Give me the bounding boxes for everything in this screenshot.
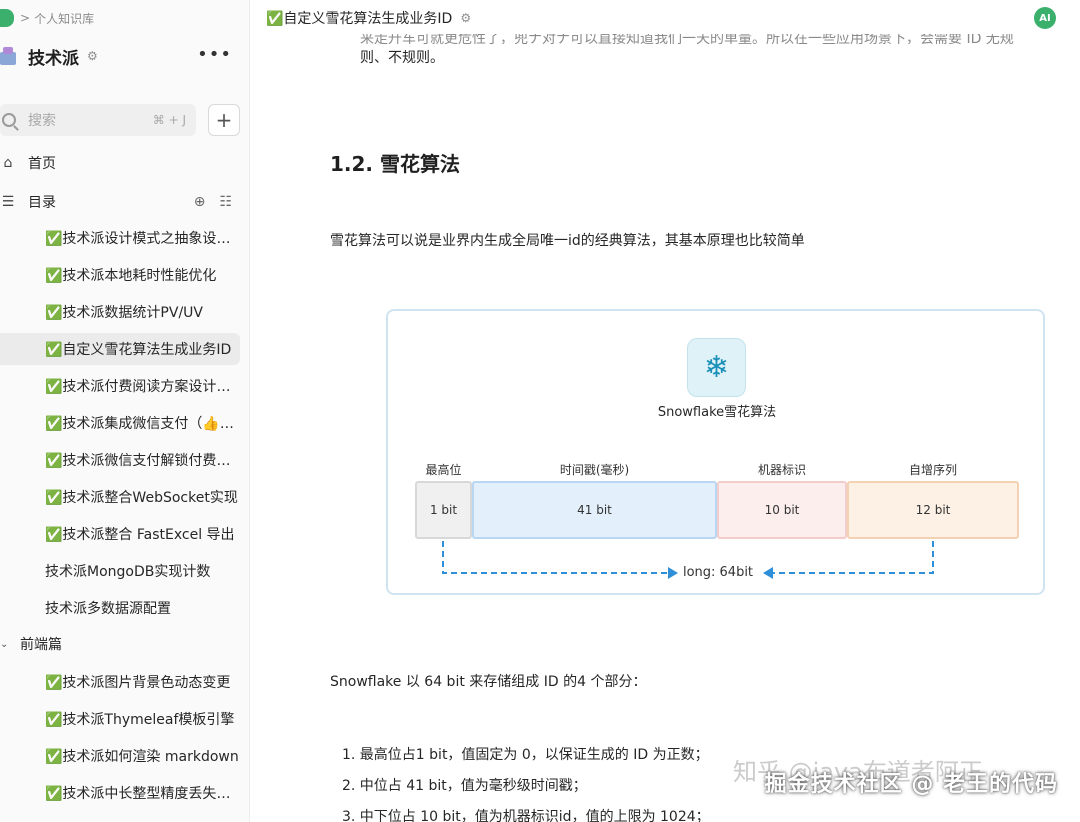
paragraph-line: 则、不规则。 [360,50,444,66]
tree-item-label: 技术派MongoDB实现计数 [45,564,211,580]
list-item: 1. 最高位占1 bit，值固定为 0，以保证生成的 ID 为正数； [342,747,709,763]
sidebar: > 个人知识库 技术派 ⚙ ••• 搜索 ⌘ + J + ⌂ 首页 ☰ 目录 ⊕… [0,0,250,822]
paragraph-continued: 来走升车可就更危性了，兜ナ对ナ可以直接知道我们一天的单量。所以在一些应用场景下，… [360,34,1070,72]
app-logo-icon [0,9,14,27]
snowflake-diagram: ❄ Snowflake雪花算法 最高位 时间戳(毫秒) 机器标识 自增序列 1 … [386,309,1045,595]
search-input[interactable]: 搜索 ⌘ + J [0,104,196,136]
document-title[interactable]: ✅自定义雪花算法生成业务ID [266,8,452,28]
tree-item[interactable]: 技术派MongoDB实现计数 [0,555,240,587]
list-item: 3. 中下位占 10 bit，值为机器标识id，值的上限为 1024； [342,809,710,822]
nav-item-home[interactable]: ⌂ 首页 [0,148,250,178]
paragraph-cut-line: 来走升车可就更危性了，兜ナ对ナ可以直接知道我们一天的单量。所以在一些应用场景下，… [360,34,1014,44]
knowledge-base-header: 技术派 ⚙ ••• [0,42,250,70]
search-shortcut: ⌘ + J [152,113,186,127]
tree-item[interactable]: ✅技术派数据统计PV/UV [0,296,240,328]
search-icon [2,113,16,127]
tree-item-label: ✅自定义雪花算法生成业务ID [45,342,232,358]
nav-item-toc[interactable]: ☰ 目录 ⊕ ☷ [0,187,250,217]
tree-item[interactable]: ✅技术派图片背景色动态变更 [0,666,240,698]
tree-item-label: ✅技术派设计模式之抽象设计模式 [45,231,240,247]
ai-assistant-button[interactable]: AI [1034,7,1056,29]
list-item: 2. 中位占 41 bit，值为毫秒级时间戳； [342,778,587,794]
tree-item-label: 技术派多数据源配置 [45,601,171,617]
chevron-down-icon: ⌄ [0,638,9,650]
tree-item[interactable]: ✅技术派Thymeleaf模板引擎 [0,703,240,735]
tree-item-label: ✅技术派集成微信支付（👍推荐） [45,416,240,432]
tree-item[interactable]: ✅技术派中长整型精度丢失问题 [0,777,240,809]
tree-item[interactable]: ✅技术派微信支付解锁付费阅读 [0,444,240,476]
home-icon: ⌂ [3,155,13,171]
add-button[interactable]: + [208,104,240,136]
tree-item-label: ✅技术派数据统计PV/UV [45,305,203,321]
total-bits-arrows [442,541,934,579]
ordered-list: 1. 最高位占1 bit，值固定为 0，以保证生成的 ID 为正数； 2. 中位… [342,740,710,822]
knowledge-base-name[interactable]: 技术派 [28,44,79,69]
tree-item[interactable]: ✅技术派集成微信支付（👍推荐） [0,407,240,439]
toc-icon: ☰ [1,194,15,210]
tree-item[interactable]: ✅技术派付费阅读方案设计与实现 [0,370,240,402]
summary-paragraph: Snowflake 以 64 bit 来存储组成 ID 的4 个部分： [330,674,647,690]
tree-item-label: ✅技术派整合WebSocket实现 [45,490,238,506]
collapse-list-icon[interactable]: ☷ [219,194,232,210]
toc-tools: ⊕ ☷ [194,194,232,210]
breadcrumb-separator: > [20,11,31,25]
tree-group-label: 前端篇 [20,637,62,653]
document-header: ✅自定义雪花算法生成业务ID ⚙ AI [250,0,1080,36]
total-bits-label: long: 64bit [682,565,754,580]
locate-icon[interactable]: ⊕ [194,194,206,210]
tree-group-frontend[interactable]: ⌄ 前端篇 [0,629,240,659]
juejin-watermark: 掘金技术社区 @ 老王的代码 [764,772,1058,797]
tree-item-label: ✅技术派Thymeleaf模板引擎 [45,712,235,728]
tree-item-label: ✅技术派本地耗时性能优化 [45,268,217,284]
tree-item[interactable]: ✅技术派设计模式之抽象设计模式 [0,222,240,254]
tree-item-active[interactable]: ✅自定义雪花算法生成业务ID [0,333,240,365]
nav-toc-label: 目录 [28,195,56,211]
tree-item-label: ✅技术派付费阅读方案设计与实现 [45,379,240,395]
document-content: 来走升车可就更危性了，兜ナ对ナ可以直接知道我们一天的单量。所以在一些应用场景下，… [250,34,1080,822]
breadcrumb-personal-kb[interactable]: 个人知识库 [34,10,94,27]
tree-item-label: ✅技术派微信支付解锁付费阅读 [45,453,240,469]
tree-item-label: ✅技术派中长整型精度丢失问题 [45,786,240,802]
tree-item-label: ✅技术派图片背景色动态变更 [45,675,231,691]
breadcrumb: > 个人知识库 [0,8,94,28]
intro-paragraph: 雪花算法可以说是业界内生成全局唯一id的经典算法，其基本原理也比较简单 [330,233,805,249]
knowledge-base-icon [0,46,18,66]
doc-settings-icon[interactable]: ⚙ [460,11,471,25]
tree-item[interactable]: ✅技术派本地耗时性能优化 [0,259,240,291]
tree-item-label: ✅技术派如何渲染 markdown [45,749,239,765]
tree-item-label: ✅技术派整合 FastExcel 导出 [45,527,235,543]
kb-settings-icon[interactable]: ⚙ [87,49,98,63]
section-heading: 1.2. 雪花算法 [330,152,460,176]
nav-home-label: 首页 [28,156,56,172]
tree-item[interactable]: ✅技术派整合WebSocket实现 [0,481,240,513]
tree-item[interactable]: ✅技术派整合 FastExcel 导出 [0,518,240,550]
tree-item[interactable]: ✅技术派如何渲染 markdown [0,740,240,772]
tree-item[interactable]: 技术派多数据源配置 [0,592,240,624]
more-options-button[interactable]: ••• [197,44,232,65]
search-placeholder: 搜索 [28,113,56,129]
